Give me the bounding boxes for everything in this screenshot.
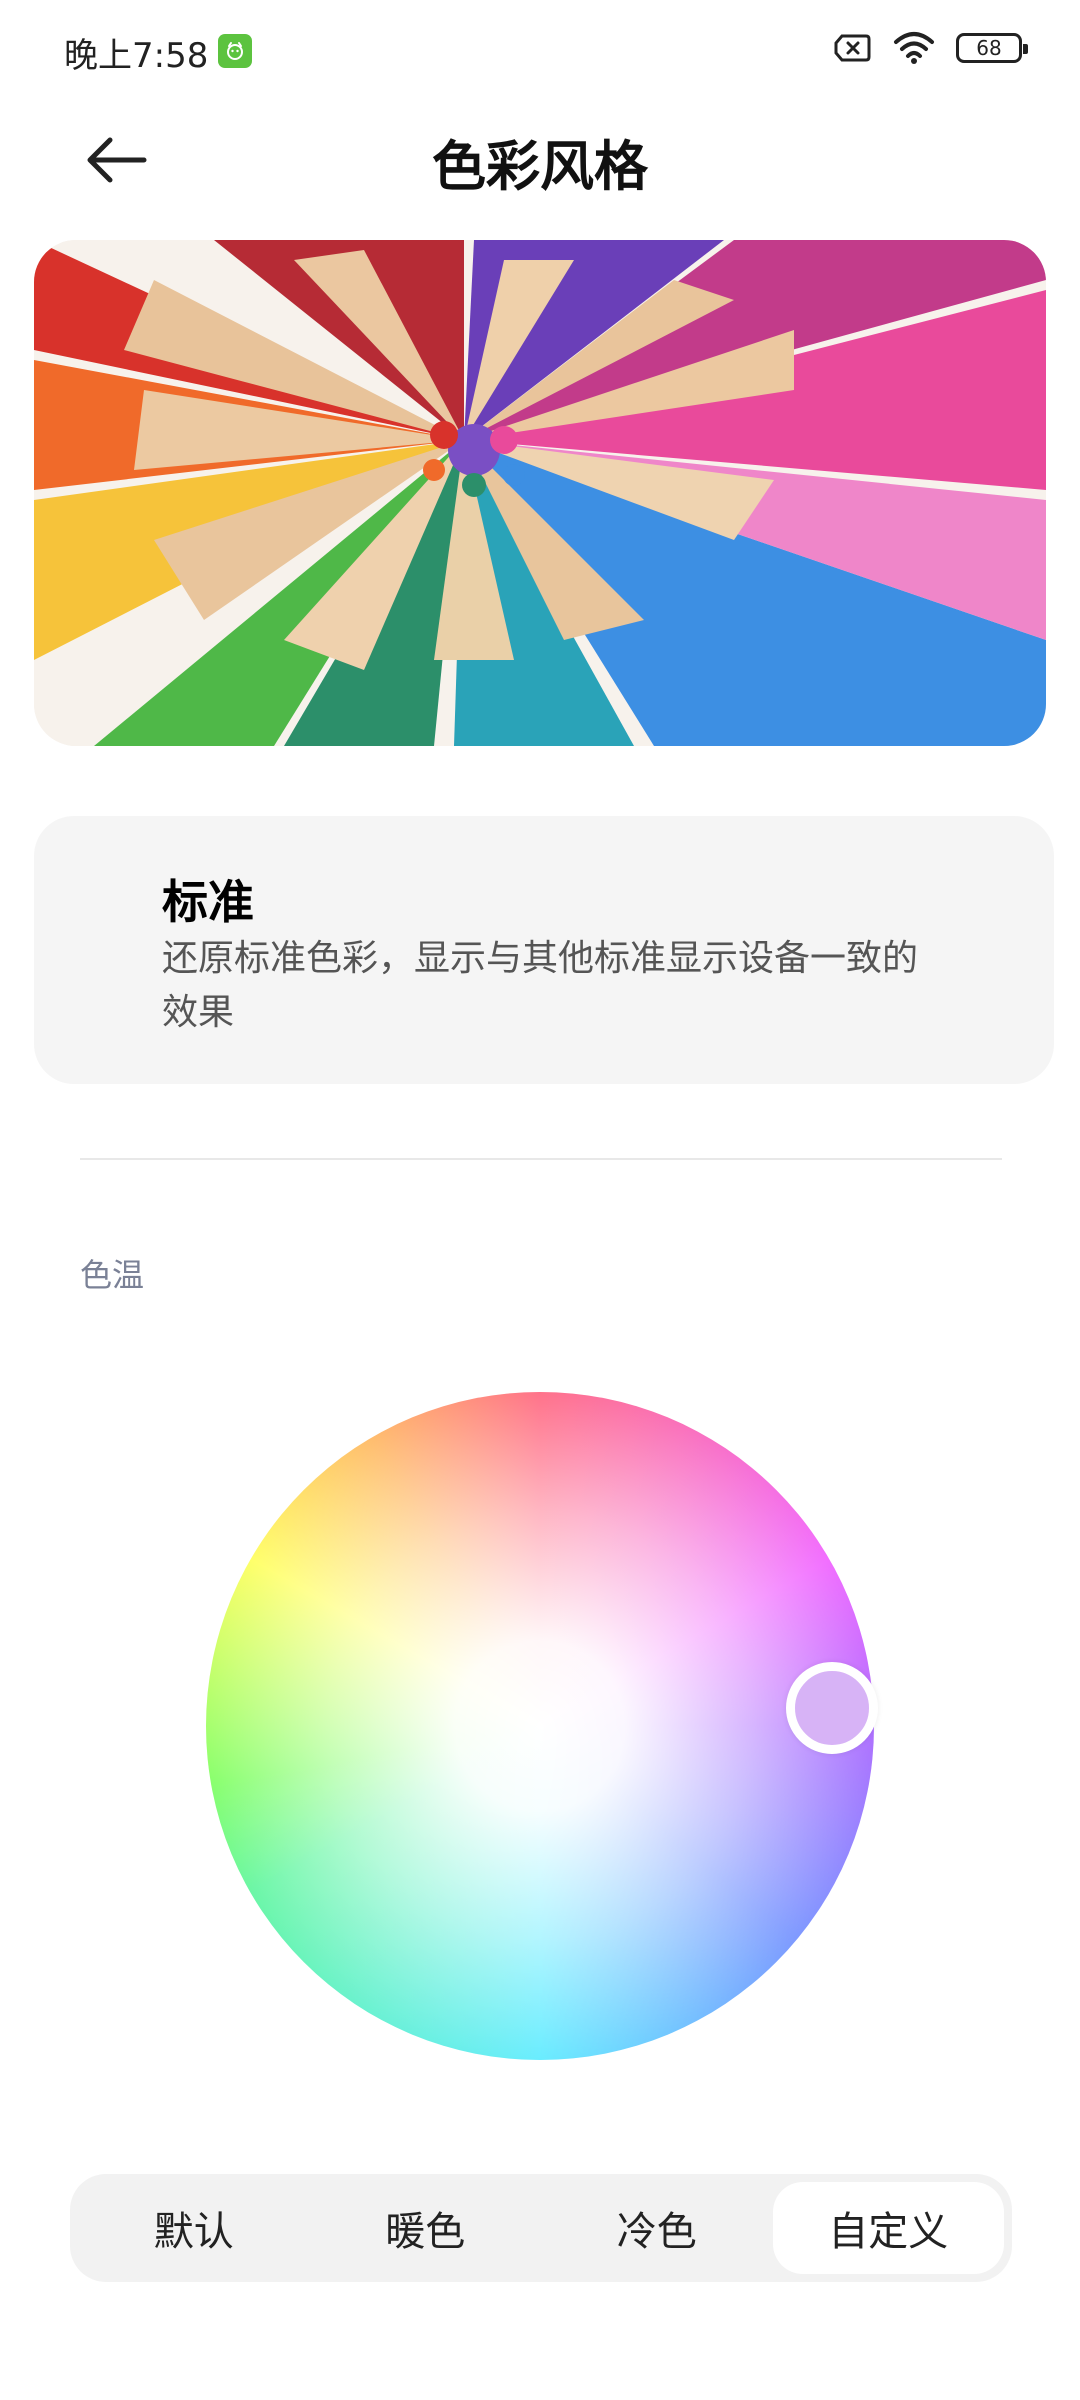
mode-card: 标准 还原标准色彩，显示与其他标准显示设备一致的效果 bbox=[34, 816, 1054, 1084]
battery-level: 68 bbox=[976, 36, 1002, 60]
preset-cool[interactable]: 冷色 bbox=[541, 2182, 773, 2274]
status-time: 晚上7:58 bbox=[64, 36, 209, 76]
status-bar: 晚上7:58 68 bbox=[0, 0, 1080, 104]
temperature-preset-selector: 默认 暖色 冷色 自定义 bbox=[70, 2174, 1012, 2282]
divider bbox=[80, 1158, 1002, 1160]
battery-icon: 68 bbox=[956, 33, 1028, 63]
color-pencils-image bbox=[34, 240, 1046, 746]
color-temperature-label: 色温 bbox=[80, 1256, 145, 1294]
mode-title: 标准 bbox=[162, 875, 254, 929]
app-notification-icon bbox=[218, 34, 252, 68]
screen: 晚上7:58 68 色彩风格 标准 还原标准色彩，显示与其他标准显示设备一致的效… bbox=[0, 0, 1080, 2400]
page-title: 色彩风格 bbox=[432, 135, 648, 198]
preset-warm[interactable]: 暖色 bbox=[310, 2182, 542, 2274]
preset-custom[interactable]: 自定义 bbox=[772, 2182, 1004, 2274]
color-wheel[interactable] bbox=[206, 1392, 878, 2060]
wifi-icon bbox=[894, 32, 934, 64]
status-icons: 68 bbox=[834, 30, 1028, 66]
sim-off-icon bbox=[834, 34, 871, 62]
color-wheel-center bbox=[206, 1392, 874, 2060]
preset-default[interactable]: 默认 bbox=[78, 2182, 310, 2274]
color-wheel-handle[interactable] bbox=[786, 1662, 878, 1754]
mode-description: 还原标准色彩，显示与其他标准显示设备一致的效果 bbox=[162, 938, 919, 1033]
